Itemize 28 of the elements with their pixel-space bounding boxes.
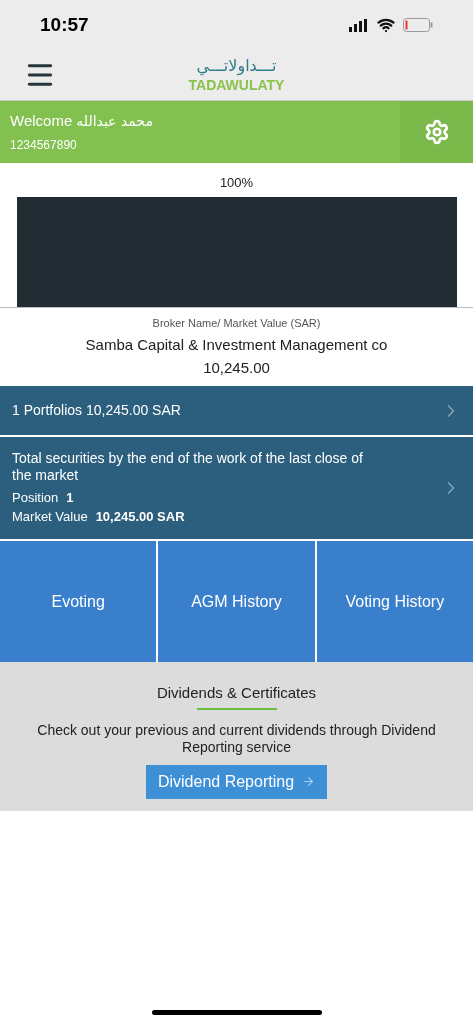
logo-arabic: تـــداولاتـــي: [196, 58, 277, 74]
securities-row[interactable]: Total securities by the end of the work of the last close of the market Position 1 Market Value 10,245.00 SAR: [0, 437, 473, 541]
battery-icon: [403, 18, 433, 32]
broker-caption: Broker Name/ Market Value (SAR): [152, 315, 321, 331]
section-description: Check out your previous and current dividends through Dividend Reporting service: [36, 721, 437, 756]
account-number: 1234567890: [10, 137, 78, 155]
status-time: 10:57: [40, 12, 89, 37]
section-title: Dividends & Certificates: [156, 683, 317, 703]
dividend-reporting-button[interactable]: Dividend Reporting: [145, 764, 328, 799]
row-value: 1: [66, 489, 74, 507]
broker-value: 10,245.00: [203, 357, 270, 378]
row-value: 10,245.00 SAR: [95, 508, 185, 526]
securities-title: Total securities by the end of the work of the last close of the market: [12, 450, 364, 484]
menu-tile[interactable]: Voting History: [316, 541, 473, 662]
row-label: Market Value: [12, 508, 88, 526]
broker-name: Samba Capital & Investment Management co: [85, 335, 388, 356]
logo-text: TADAWULATY: [188, 78, 285, 92]
signal-icon: [349, 18, 369, 32]
menu-tile[interactable]: AGM History: [158, 541, 315, 662]
row-label: Position: [12, 489, 59, 507]
arrow-icon: [302, 775, 316, 788]
menu-tile[interactable]: Evoting: [0, 541, 157, 662]
percentage-label: 100%: [219, 174, 254, 192]
welcome-label: Welcome: [10, 110, 73, 131]
user-name: محمد عبدالله: [76, 111, 153, 131]
wifi-icon: [377, 16, 395, 34]
gear-icon: [423, 119, 450, 145]
portfolios-row[interactable]: 1 Portfolios 10,245.00 SAR: [0, 386, 473, 437]
